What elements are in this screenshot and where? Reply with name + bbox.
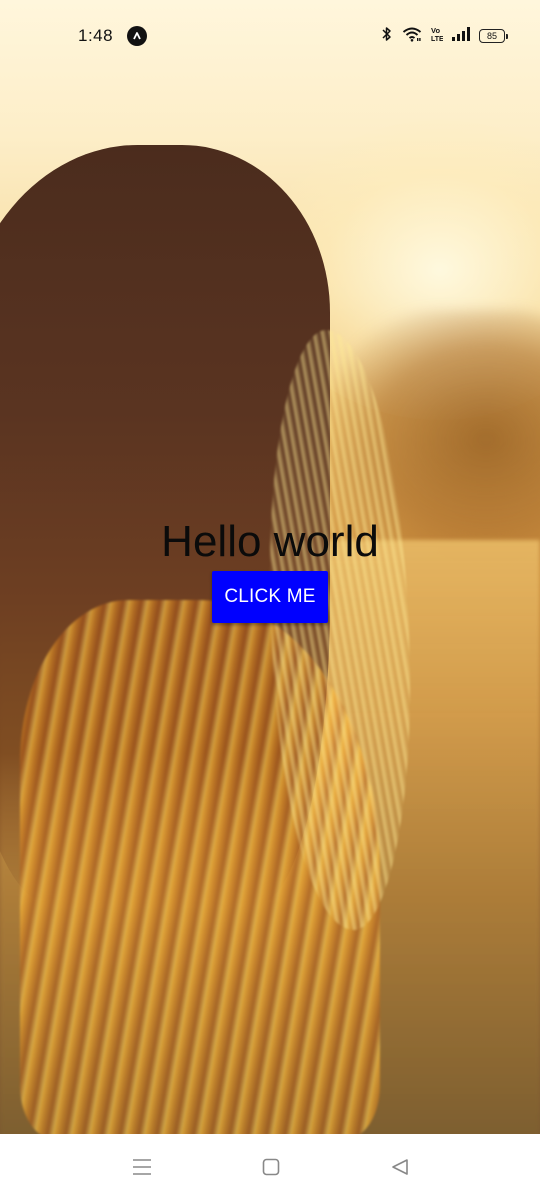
status-bar: 1:48 Vo LTE 85 [0,0,540,72]
main-content: Hello world CLICK ME [0,512,540,623]
home-icon[interactable] [259,1155,283,1179]
menu-icon[interactable] [130,1155,154,1179]
status-time: 1:48 [78,26,114,45]
back-icon[interactable] [388,1155,412,1179]
navigation-bar [0,1134,540,1200]
click-me-button[interactable]: CLICK ME [212,571,328,623]
volte-icon: Vo LTE [431,25,444,48]
bluetooth-icon [381,26,393,47]
app-notification-icon [127,26,148,46]
status-left: 1:48 [78,26,148,46]
status-right: Vo LTE 85 [381,25,508,48]
wifi-icon [402,26,422,47]
battery-tip [506,33,508,39]
svg-text:Vo: Vo [431,26,440,35]
battery-icon: 85 [479,29,508,43]
signal-icon [452,26,470,46]
svg-text:LTE: LTE [431,36,443,43]
greeting-text: Hello world [161,517,379,566]
app-screen: 1:48 Vo LTE 85 Hello world CLICK ME [0,0,540,1200]
battery-level: 85 [479,29,505,43]
